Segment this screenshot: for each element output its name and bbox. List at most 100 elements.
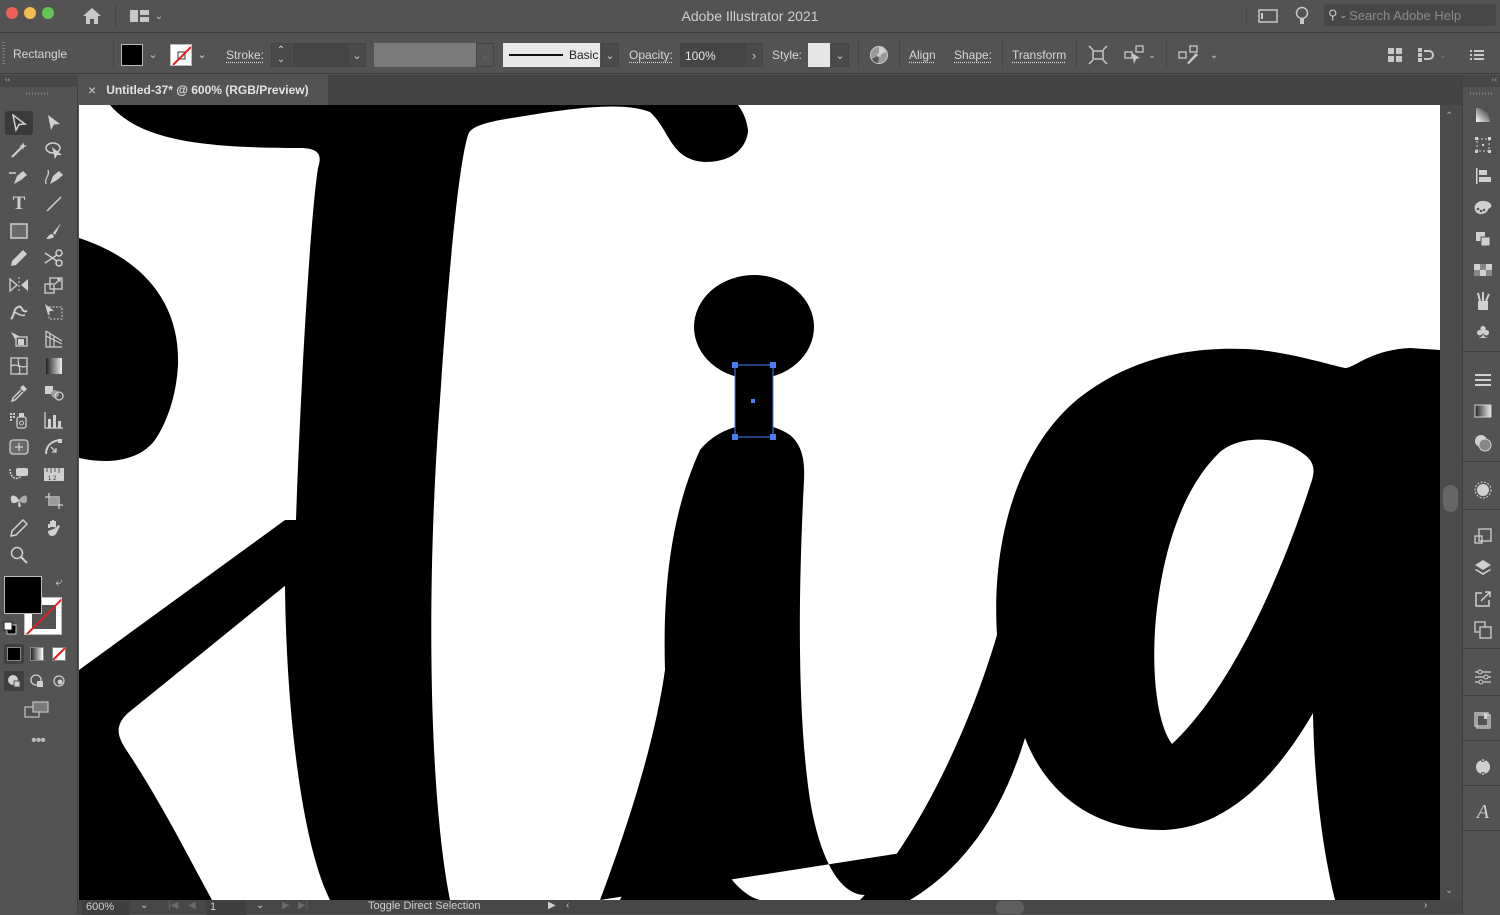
slice-tool[interactable] xyxy=(5,462,33,486)
grip-handle[interactable] xyxy=(1470,92,1494,95)
align-panel-icon[interactable] xyxy=(1471,164,1495,188)
variable-width-profile[interactable] xyxy=(374,43,476,67)
measure-tool[interactable]: 1 2 xyxy=(40,462,68,486)
shape-builder-tool[interactable] xyxy=(5,327,33,351)
snap-options-button[interactable]: ⌄ xyxy=(1412,43,1452,67)
swatches-palette-icon[interactable] xyxy=(1471,195,1495,219)
mesh-tool[interactable] xyxy=(5,354,33,378)
close-tab-icon[interactable]: × xyxy=(88,82,96,98)
last-artboard-button[interactable]: ▶| xyxy=(298,900,308,911)
scroll-down-arrow[interactable]: ⌄ xyxy=(1445,885,1453,896)
opacity-input[interactable]: 100% xyxy=(680,43,745,67)
help-search-input[interactable]: ⚲ ⌄ Search Adobe Help xyxy=(1324,4,1496,26)
navigator-icon[interactable] xyxy=(1471,755,1495,779)
transparency-panel-icon[interactable] xyxy=(1471,431,1495,455)
scissors-tool[interactable] xyxy=(40,246,68,270)
graphic-style-swatch[interactable] xyxy=(808,43,830,67)
lasso-tool[interactable] xyxy=(40,138,68,162)
document-tab[interactable]: × Untitled-37* @ 600% (RGB/Preview) xyxy=(78,75,328,105)
status-menu-arrow[interactable]: ▶ xyxy=(548,900,556,911)
artboard-number-input[interactable]: 1 xyxy=(206,901,246,915)
default-fill-stroke-icon[interactable] xyxy=(3,621,17,635)
recolor-artwork-icon[interactable] xyxy=(868,44,890,66)
reflect-tool[interactable] xyxy=(5,273,33,297)
gradient-panel-icon[interactable] xyxy=(1471,399,1495,423)
export-asset-icon[interactable] xyxy=(1471,587,1495,611)
symbol-sprayer-tool[interactable] xyxy=(5,408,33,432)
brush-dropdown[interactable]: ⌄ xyxy=(601,43,619,67)
next-artboard-button[interactable]: ▶ xyxy=(282,900,290,911)
gradient-tool[interactable] xyxy=(40,354,68,378)
opacity-label[interactable]: Opacity: xyxy=(629,48,673,62)
layers-icon[interactable] xyxy=(1471,556,1495,580)
draw-inside-button[interactable] xyxy=(49,671,69,691)
links-panel-icon[interactable] xyxy=(1471,709,1495,733)
previous-artboard-button[interactable]: ◀ xyxy=(188,900,196,911)
column-graph-tool[interactable] xyxy=(40,408,68,432)
artboard-tool[interactable] xyxy=(5,435,33,459)
vertical-scroll-thumb[interactable] xyxy=(1443,485,1458,512)
variable-width-dropdown[interactable]: ⌄ xyxy=(476,43,494,67)
appearance-panel-icon[interactable] xyxy=(1471,478,1495,502)
stroke-swatch[interactable] xyxy=(170,44,192,66)
fill-dropdown[interactable]: ⌄ xyxy=(144,41,162,67)
artboard-dropdown[interactable]: ⌄ xyxy=(256,900,264,911)
line-segment-tool[interactable] xyxy=(40,192,68,216)
swap-fill-stroke-icon[interactable]: ⤶ xyxy=(52,574,66,589)
vertical-scrollbar[interactable]: ⌃ ⌄ xyxy=(1440,105,1462,900)
transform-link[interactable]: Transform xyxy=(1012,48,1066,62)
crop-tool[interactable] xyxy=(40,489,68,513)
puppet-warp-tool[interactable] xyxy=(40,435,68,459)
curvature-tool[interactable] xyxy=(40,165,68,189)
horizontal-scroll-thumb[interactable] xyxy=(996,901,1024,914)
status-text[interactable]: Toggle Direct Selection xyxy=(368,900,481,912)
hand-tool[interactable] xyxy=(40,516,68,540)
isolate-selected-object-icon[interactable] xyxy=(1086,43,1110,67)
grip-handle[interactable] xyxy=(26,92,50,95)
fill-color-swatch[interactable] xyxy=(4,576,42,614)
magic-wand-tool[interactable] xyxy=(5,138,33,162)
gradient-mode-button[interactable] xyxy=(27,644,47,664)
stroke-dropdown[interactable]: ⌄ xyxy=(193,41,211,67)
warp-tool[interactable] xyxy=(5,300,33,324)
arrange-documents-icon[interactable] xyxy=(1384,43,1406,67)
stroke-weight-stepper[interactable]: ⌃ ⌄ xyxy=(271,43,291,67)
lightbulb-icon[interactable] xyxy=(1292,5,1312,27)
align-link[interactable]: Align xyxy=(909,48,936,62)
artboards-panel-icon[interactable] xyxy=(1471,525,1495,549)
type-tool[interactable]: T xyxy=(5,192,33,216)
properties-sliders-icon[interactable] xyxy=(1471,665,1495,689)
opacity-slider-button[interactable]: › xyxy=(745,43,763,67)
color-mode-button[interactable] xyxy=(4,644,24,664)
pathfinder-icon[interactable] xyxy=(1471,227,1495,251)
draw-normal-button[interactable] xyxy=(4,671,24,691)
grip-handle[interactable] xyxy=(2,42,5,66)
change-screen-mode-button[interactable] xyxy=(24,700,50,720)
first-artboard-button[interactable]: |◀ xyxy=(168,900,178,911)
pencil-tool[interactable] xyxy=(5,246,33,270)
expand-panels-button[interactable]: ‹‹ xyxy=(1463,75,1500,87)
character-panel-icon[interactable]: A xyxy=(1471,800,1495,824)
graphic-style-dropdown[interactable]: ⌄ xyxy=(831,43,849,67)
asset-export-icon[interactable] xyxy=(1471,618,1495,642)
blend-tool[interactable] xyxy=(40,381,68,405)
zoom-tool[interactable] xyxy=(5,543,33,567)
transform-panel-icon[interactable] xyxy=(1471,133,1495,157)
color-guide-icon[interactable] xyxy=(1471,103,1495,127)
select-similar-objects-button[interactable]: ⌄ xyxy=(1120,43,1160,67)
zoom-level-input[interactable]: 600% xyxy=(82,901,130,915)
edit-toolbar-button[interactable]: ⌄ xyxy=(1176,43,1220,67)
direct-selection-tool[interactable] xyxy=(40,111,68,135)
symbols-club-icon[interactable]: ♣ xyxy=(1471,320,1495,344)
eyedropper-tool[interactable] xyxy=(5,381,33,405)
width-tool[interactable] xyxy=(5,489,33,513)
zoom-dropdown[interactable]: ⌄ xyxy=(140,900,148,911)
stroke-panel-icon[interactable] xyxy=(1471,368,1495,392)
panel-toggle-icon[interactable] xyxy=(1256,6,1280,26)
shape-link[interactable]: Shape: xyxy=(954,48,992,62)
scroll-right-arrow[interactable]: › xyxy=(1424,900,1427,911)
paintbrush-tool[interactable] xyxy=(40,219,68,243)
fill-swatch[interactable] xyxy=(121,44,143,66)
artboard-canvas[interactable] xyxy=(79,105,1440,900)
brush-definition[interactable]: Basic xyxy=(503,43,600,67)
